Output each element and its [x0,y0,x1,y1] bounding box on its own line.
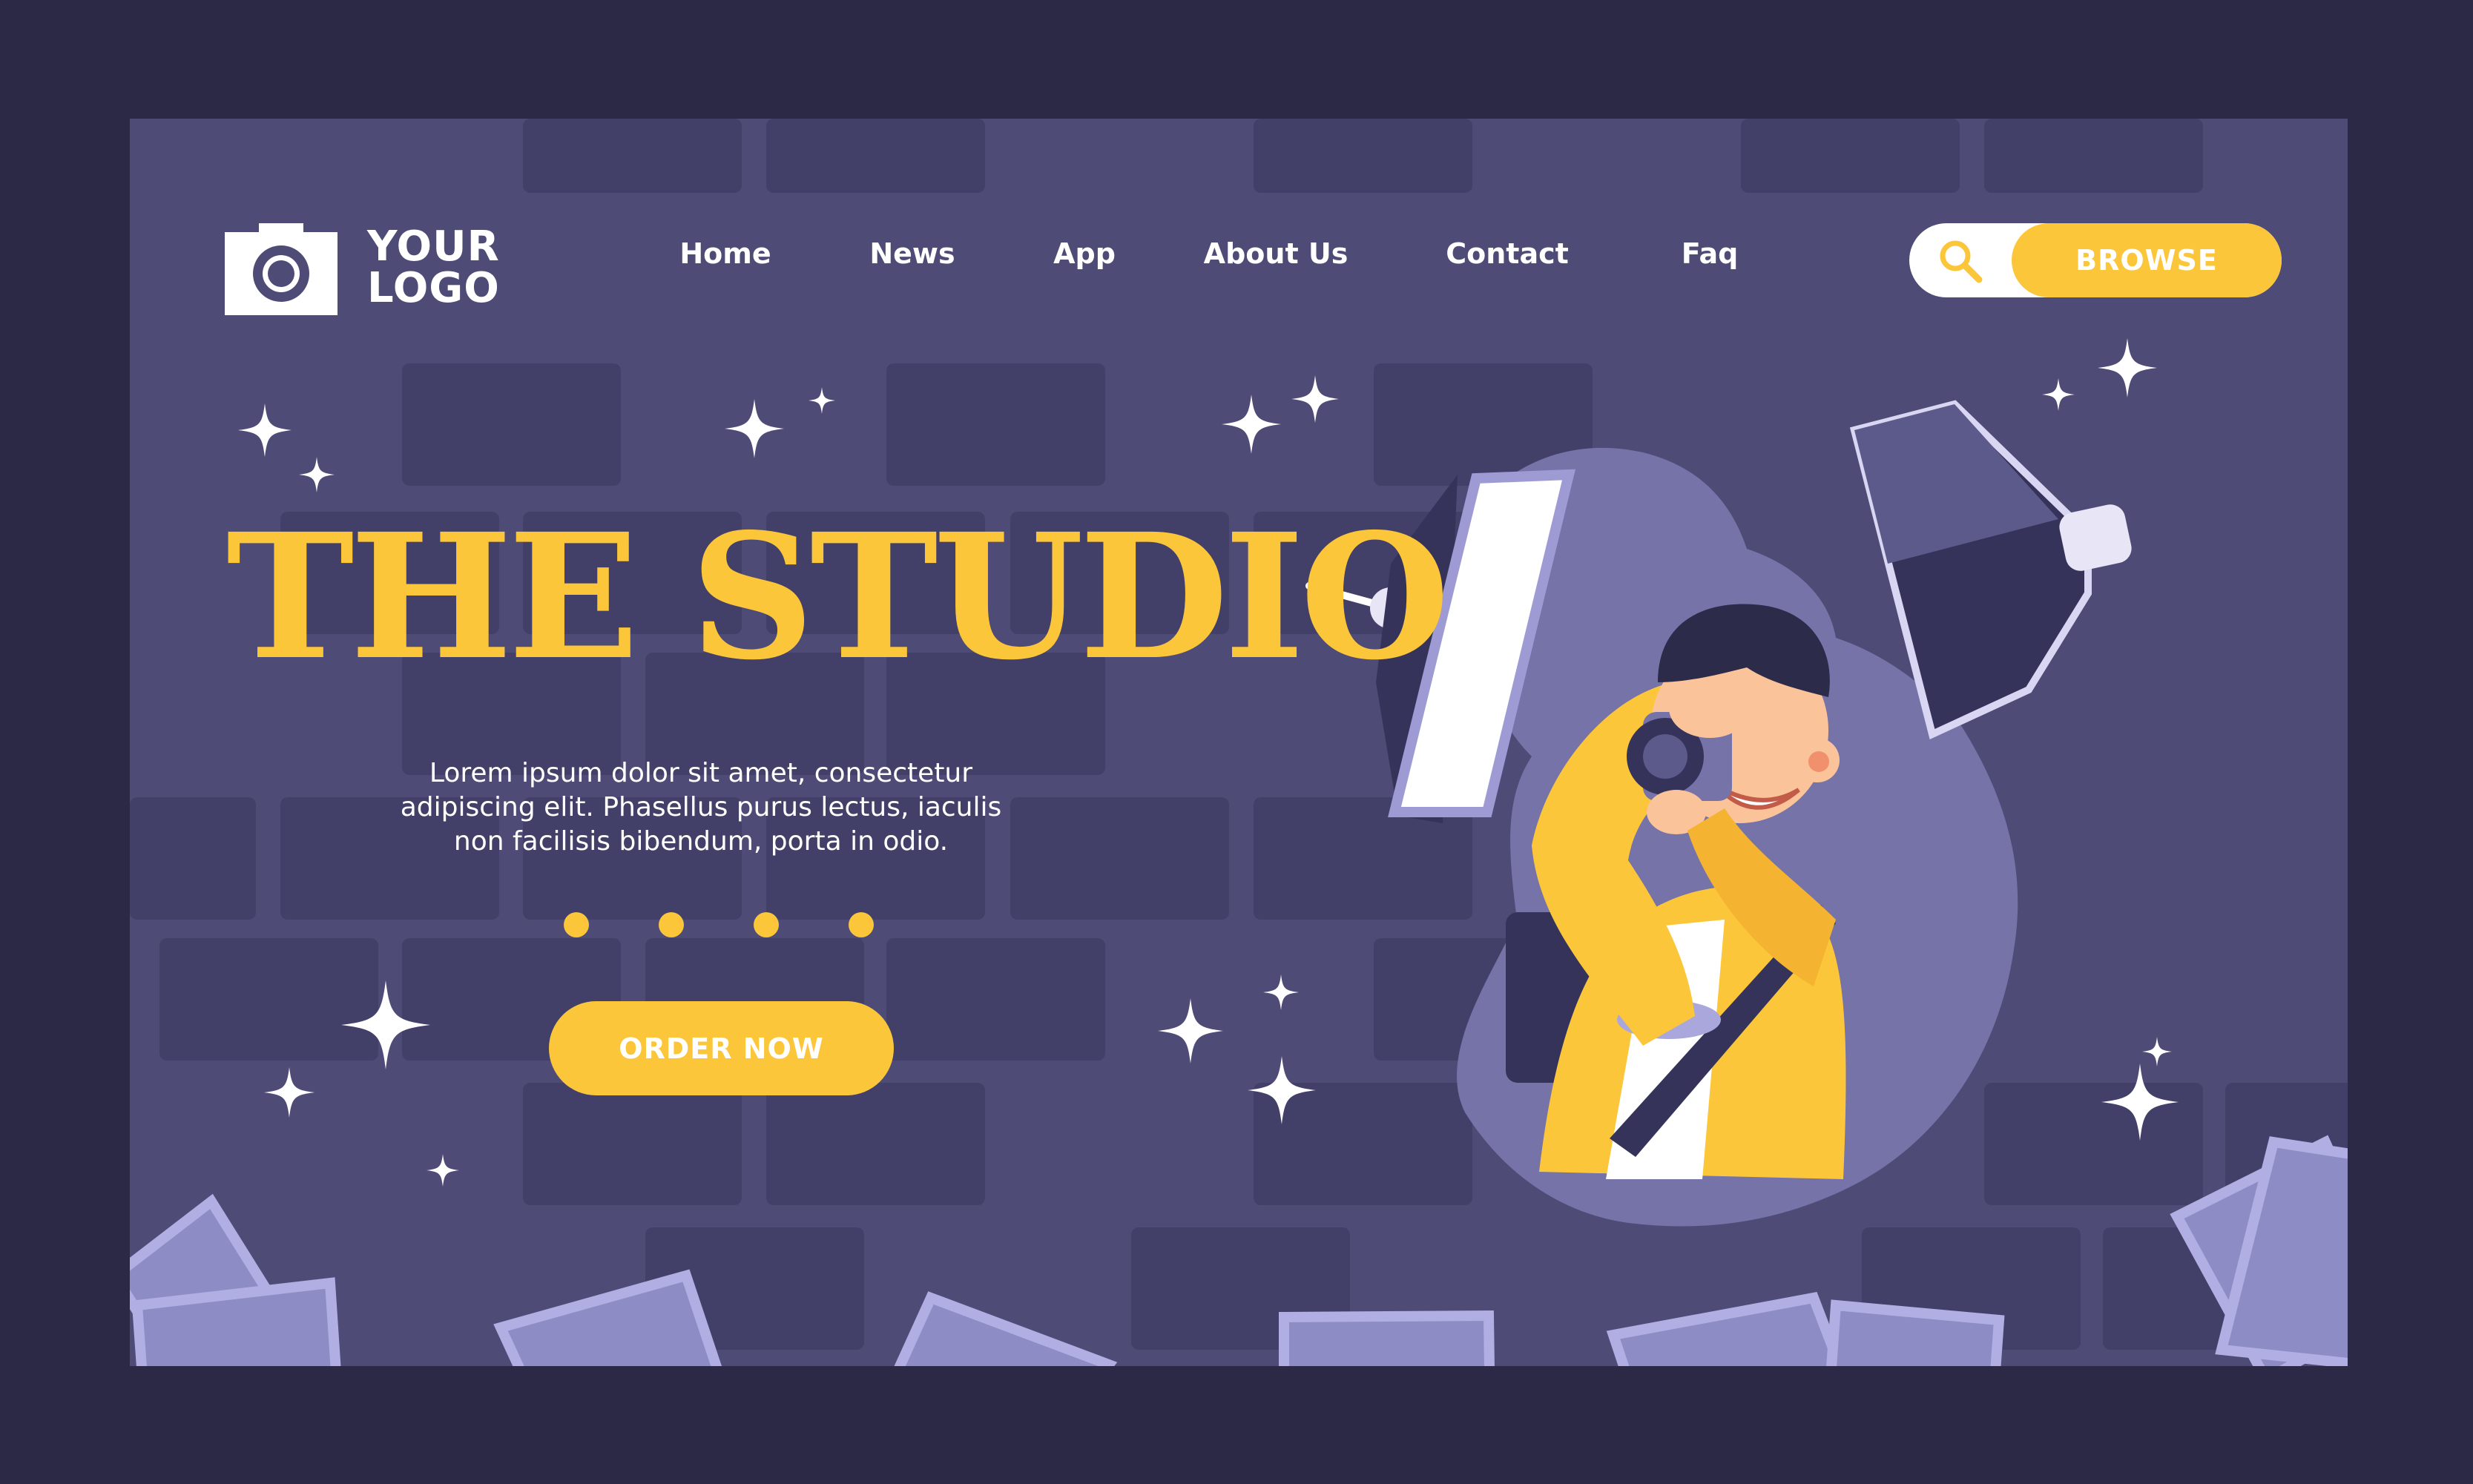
carousel-dot-4[interactable] [849,912,874,937]
hero-title: THE STUDIO [226,495,1450,698]
nav-about-us[interactable]: About Us [1204,237,1349,270]
search-bar[interactable]: BROWSE [1909,223,2282,297]
nav-home[interactable]: Home [679,237,771,270]
carousel-dot-2[interactable] [659,912,684,937]
browse-button[interactable]: BROWSE [2012,223,2282,297]
carousel-dot-1[interactable] [564,912,589,937]
carousel-dot-3[interactable] [754,912,779,937]
landing-page: YOUR LOGO Home News App About Us Contact… [130,119,2348,1366]
nav-news[interactable]: News [869,237,955,270]
hero-description: Lorem ipsum dolor sit amet, consectetur … [400,758,1002,857]
nav-app[interactable]: App [1053,237,1116,270]
order-now-button[interactable]: ORDER NOW [549,1001,894,1095]
search-icon[interactable] [1937,238,1983,284]
nav-contact[interactable]: Contact [1446,237,1569,270]
nav-faq[interactable]: Faq [1682,237,1739,270]
